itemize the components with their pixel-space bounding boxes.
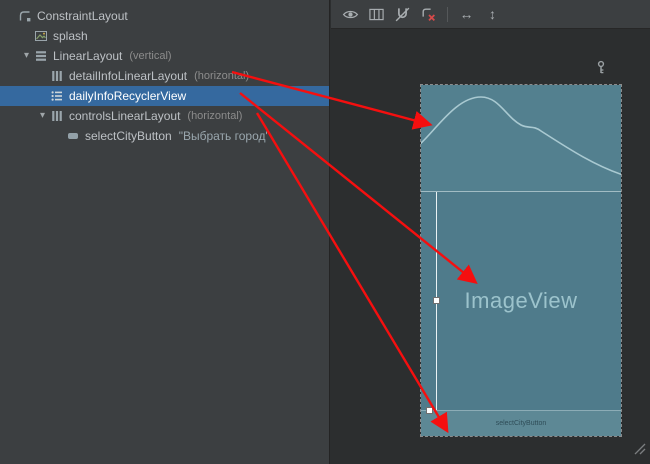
design-surface: ImageView selectCityButton: [331, 29, 650, 464]
resize-grip-icon[interactable]: [631, 440, 647, 461]
tree-item-label: detailInfoLinearLayout: [69, 69, 187, 83]
tree-item-splash[interactable]: splash: [0, 26, 329, 46]
tree-item-orientation: (vertical): [129, 50, 171, 62]
resize-vertical-icon[interactable]: ↕: [483, 5, 502, 24]
select-city-button-label: selectCityButton: [496, 420, 547, 427]
tree-item-detailInfoLinearLayout[interactable]: detailInfoLinearLayout (horizontal): [0, 66, 329, 86]
autoconnect-off-icon[interactable]: [393, 5, 412, 24]
weather-curve-graphic: [421, 85, 621, 191]
chevron-down-icon[interactable]: ▾: [20, 46, 33, 66]
view-options-icon[interactable]: [341, 5, 360, 24]
button-icon: [65, 129, 80, 143]
android-studio-layout-editor: ConstraintLayout splash ▾ LinearLayout (vert…: [0, 0, 650, 464]
tree-item-label: splash: [53, 29, 88, 43]
selection-handle-left[interactable]: [433, 297, 440, 304]
imageview-preview[interactable]: ImageView: [421, 191, 621, 410]
detail-info-preview[interactable]: [421, 85, 621, 191]
toolbar-separator: [447, 7, 448, 22]
tree-item-label: dailyInfoRecyclerView: [69, 89, 186, 103]
tree-item-label: selectCityButton: [85, 129, 172, 143]
tree-item-controlsLinearLayout[interactable]: ▾ controlsLinearLayout (horizontal): [0, 106, 329, 126]
linear-layout-vertical-icon: [33, 49, 48, 63]
image-icon: [33, 29, 48, 43]
blueprint-mode-icon[interactable]: [367, 5, 386, 24]
tree-item-orientation: (horizontal): [194, 70, 249, 82]
clear-constraints-icon[interactable]: [419, 5, 438, 24]
key-icon[interactable]: [594, 60, 608, 80]
resize-horizontal-icon[interactable]: ↔: [457, 5, 476, 24]
constraint-layout-icon: [17, 9, 32, 23]
tree-item-label: controlsLinearLayout: [69, 109, 180, 123]
design-toolbar: ↔↕: [331, 0, 650, 29]
tree-item-label: ConstraintLayout: [37, 9, 128, 23]
component-tree-panel: ConstraintLayout splash ▾ LinearLayout (vert…: [0, 0, 330, 464]
tree-item-selectCityButton[interactable]: selectCityButton "Выбрать город": [0, 126, 329, 146]
select-city-button-preview[interactable]: selectCityButton: [421, 410, 621, 436]
chevron-down-icon[interactable]: ▾: [36, 106, 49, 126]
imageview-label: ImageView: [465, 288, 578, 314]
tree-item-orientation: (horizontal): [187, 110, 242, 122]
tree-item-label: LinearLayout: [53, 49, 122, 63]
tree-item-dailyInfoRecyclerView[interactable]: dailyInfoRecyclerView: [0, 86, 329, 106]
linear-layout-horizontal-icon: [49, 69, 64, 83]
tree-item-constraintLayout[interactable]: ConstraintLayout: [0, 6, 329, 26]
tree-item-linearLayout[interactable]: ▾ LinearLayout (vertical): [0, 46, 329, 66]
selection-handle-bottom[interactable]: [426, 407, 433, 414]
tree-item-text-value: "Выбрать город": [179, 129, 270, 143]
device-preview[interactable]: ImageView selectCityButton: [421, 85, 621, 436]
linear-layout-horizontal-icon: [49, 109, 64, 123]
recycler-view-icon: [49, 89, 64, 103]
